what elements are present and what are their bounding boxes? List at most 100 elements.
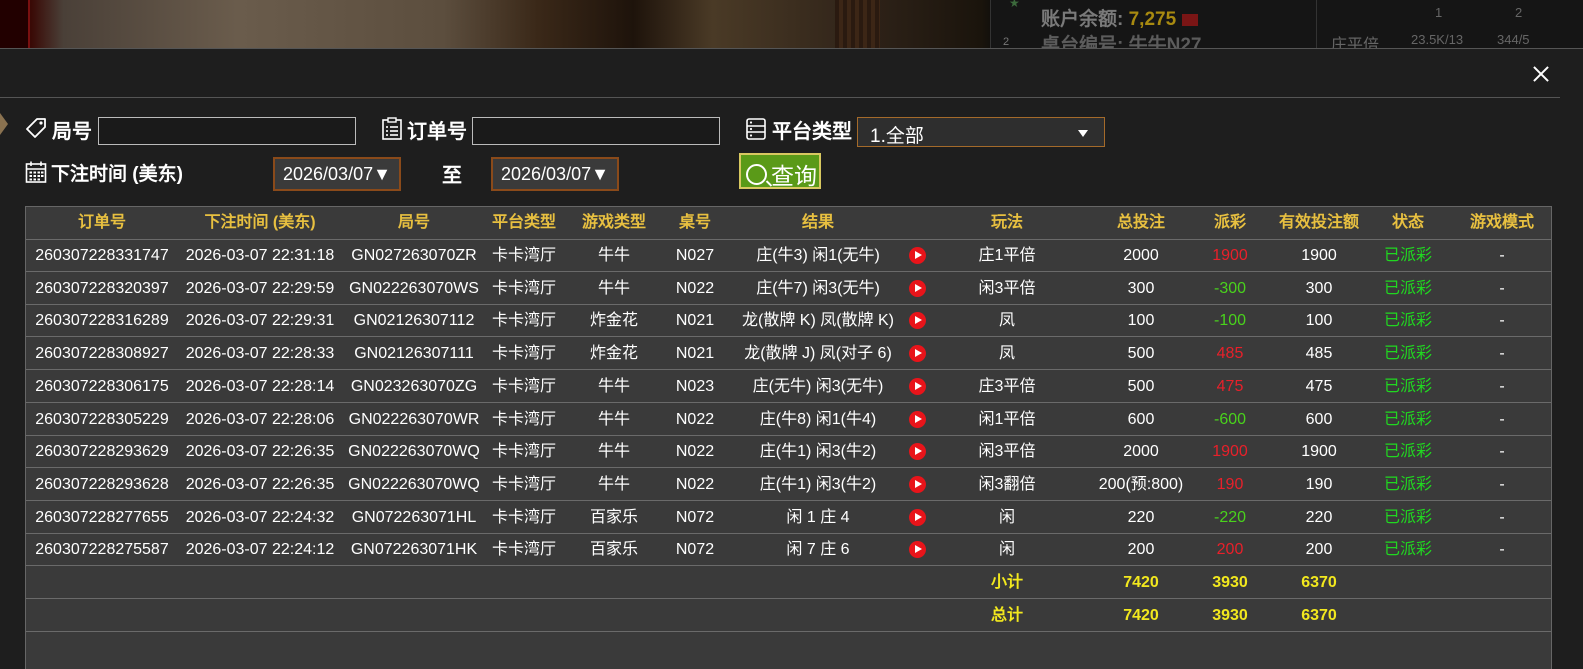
status-cell: 已派彩 — [1383, 247, 1432, 264]
column-header-platform: 平台类型 — [491, 214, 556, 231]
bet-type-cell: 闲 — [998, 508, 1015, 526]
server-icon — [746, 118, 766, 140]
left-arrow-icon[interactable] — [0, 113, 8, 135]
bet-type-cell: 庄1平倍 — [978, 247, 1036, 264]
order-label: 订单号 — [407, 121, 467, 143]
game-type-cell: 炸金花 — [589, 345, 638, 363]
total-bet-cell: 2000 — [1123, 443, 1159, 461]
round-cell: GN023263070ZG — [350, 377, 478, 395]
result-cell: 庄(牛8) 闲1(牛4) — [759, 410, 877, 428]
payout-cell: 485 — [1216, 345, 1244, 363]
order-input[interactable] — [472, 117, 720, 145]
platform-cell: 卡卡湾厅 — [491, 410, 556, 428]
payout-cell: -600 — [1213, 410, 1247, 428]
play-replay-icon[interactable] — [909, 312, 926, 330]
payout-cell: 200 — [1216, 541, 1244, 559]
subtotal-total-bet: 7420 — [1123, 574, 1159, 591]
result-cell: 庄(牛1) 闲3(牛2) — [759, 475, 877, 493]
payout-cell: 190 — [1216, 475, 1244, 493]
background-balance: 账户余额: 7,275 — [1041, 4, 1199, 31]
total-bet-cell: 200 — [1127, 541, 1155, 559]
close-icon[interactable] — [1531, 64, 1551, 84]
platform-cell: 卡卡湾厅 — [491, 541, 556, 559]
modal-header-divider — [0, 97, 1560, 98]
result-cell: 闲 1 庄 4 — [786, 508, 850, 526]
valid-bet-cell: 200 — [1305, 541, 1333, 559]
payout-cell: 475 — [1216, 377, 1244, 395]
result-cell: 庄(牛1) 闲3(牛2) — [759, 443, 877, 461]
bet-time-cell: 2026-03-07 22:31:18 — [185, 247, 335, 264]
bet-history-table: 订单号 下注时间 (美东) 局号 平台类型 游戏类型 桌号 结果 玩法 总投注 派彩 有效投注额 状态… — [25, 206, 1552, 669]
result-cell: 庄(牛7) 闲3(无牛) — [756, 279, 880, 297]
play-replay-icon[interactable] — [909, 475, 926, 493]
game-type-cell: 百家乐 — [589, 541, 638, 559]
query-button[interactable]: 查询 — [739, 153, 821, 189]
order-number-cell: 260307228305229 — [35, 410, 169, 428]
game-mode-cell: - — [1499, 345, 1505, 363]
game-mode-cell: - — [1499, 247, 1505, 264]
bet-type-cell: 闲1平倍 — [978, 410, 1036, 428]
play-replay-icon[interactable] — [909, 410, 926, 428]
order-number-cell: 260307228277655 — [35, 508, 169, 526]
total-label: 总计 — [990, 606, 1023, 624]
game-type-cell: 牛牛 — [597, 410, 630, 428]
bet-time-cell: 2026-03-07 22:28:06 — [185, 410, 335, 428]
table-row: 260307228277655 2026-03-07 22:24:32 GN0722… — [26, 502, 1551, 534]
play-replay-icon[interactable] — [909, 508, 926, 526]
platform-cell: 卡卡湾厅 — [491, 345, 556, 363]
play-replay-icon[interactable] — [909, 279, 926, 297]
platform-cell: 卡卡湾厅 — [491, 475, 556, 493]
table-row: 260307228293629 2026-03-07 22:26:35 GN0222… — [26, 436, 1551, 469]
play-replay-icon[interactable] — [909, 377, 926, 395]
payout-cell: -300 — [1213, 279, 1247, 297]
valid-bet-cell: 220 — [1305, 508, 1333, 526]
flag-icon — [1182, 13, 1199, 26]
total-bet-cell: 500 — [1127, 377, 1155, 395]
order-number-cell: 260307228275587 — [35, 541, 169, 559]
game-type-cell: 牛牛 — [597, 443, 630, 461]
status-cell: 已派彩 — [1383, 508, 1432, 526]
column-header-mode: 游戏模式 — [1469, 214, 1534, 231]
total-bet-cell: 600 — [1127, 410, 1155, 428]
status-cell: 已派彩 — [1383, 345, 1432, 363]
result-cell: 闲 7 庄 6 — [786, 541, 850, 559]
grid-col-1: 1 — [1435, 5, 1443, 20]
game-mode-cell: - — [1499, 508, 1505, 526]
grid-row-label: 庄平倍 — [1331, 37, 1380, 48]
search-icon — [746, 164, 767, 185]
valid-bet-cell: 100 — [1305, 312, 1333, 330]
round-cell: GN027263070ZR — [351, 247, 477, 264]
table-row: 260307228320397 2026-03-07 22:29:59 GN0222… — [26, 273, 1551, 305]
payout-cell: 1900 — [1212, 443, 1248, 461]
table-row: 260307228308927 2026-03-07 22:28:33 GN0212… — [26, 338, 1551, 371]
platform-select[interactable]: 1.全部 — [857, 117, 1105, 147]
bet-time-cell: 2026-03-07 22:29:31 — [185, 312, 335, 330]
order-number-cell: 260307228293629 — [35, 443, 169, 461]
order-number-cell: 260307228308927 — [35, 345, 169, 363]
round-label: 局号 — [52, 121, 92, 143]
game-type-cell: 炸金花 — [589, 312, 638, 330]
play-replay-icon[interactable] — [909, 345, 926, 363]
round-cell: GN022263070WQ — [348, 443, 480, 461]
round-cell: GN022263070WS — [349, 279, 479, 297]
play-replay-icon[interactable] — [909, 247, 926, 264]
game-mode-cell: - — [1499, 541, 1505, 559]
table-row: 260307228306175 2026-03-07 22:28:14 GN0232… — [26, 371, 1551, 403]
play-replay-icon[interactable] — [909, 443, 926, 461]
date-to-picker[interactable]: 2026/03/07▼ — [491, 157, 619, 191]
date-from-picker[interactable]: 2026/03/07▼ — [273, 157, 401, 191]
total-bet-cell: 100 — [1127, 312, 1155, 330]
background-info-panel: ★ 2 账户余额: 7,275 桌台编号: 牛牛N27 1 2 庄平倍 23.5… — [990, 0, 1583, 48]
payout-cell: -220 — [1213, 508, 1247, 526]
subtotal-row: 小计 7420 3930 6370 — [26, 567, 1551, 599]
column-header-bet: 总投注 — [1116, 214, 1165, 231]
play-replay-icon[interactable] — [909, 541, 926, 559]
query-button-label: 查询 — [771, 163, 817, 189]
column-header-valid: 有效投注额 — [1278, 214, 1359, 231]
grid-val-2: 344/5 — [1497, 32, 1530, 47]
table-number-cell: N072 — [675, 541, 715, 559]
background-table-label: 桌台编号: 牛牛N27 — [1041, 35, 1202, 48]
platform-cell: 卡卡湾厅 — [491, 279, 556, 297]
round-input[interactable] — [98, 117, 356, 145]
column-header-time: 下注时间 (美东) — [204, 214, 316, 231]
